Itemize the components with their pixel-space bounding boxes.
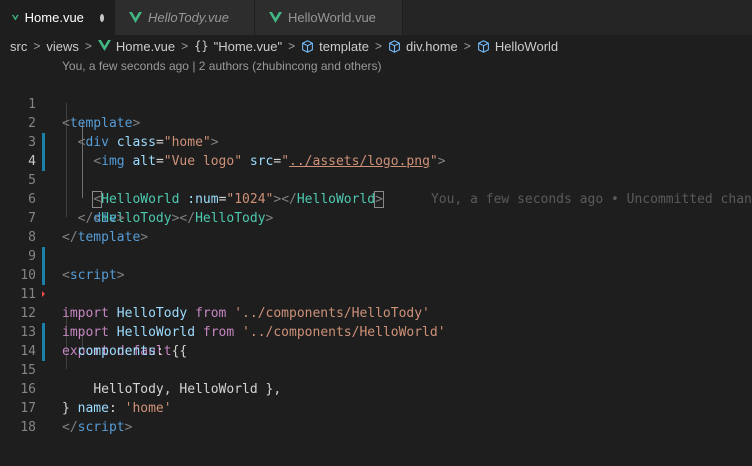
- modified-line-indicator[interactable]: [42, 266, 45, 285]
- code-line: 17 </script>: [0, 380, 752, 435]
- breadcrumb-label: Home.vue: [115, 38, 176, 54]
- chevron-right-icon: >: [33, 39, 41, 53]
- code-line: 1 <template>: [0, 76, 752, 131]
- code-line: 15 name: 'home': [0, 342, 752, 416]
- tab-helloworld-vue[interactable]: HelloWorld.vue: [255, 0, 403, 35]
- vue-file-icon: [97, 40, 111, 51]
- breadcrumb-item-module[interactable]: {} "Home.vue": [194, 39, 282, 54]
- modified-line-indicator[interactable]: [42, 247, 45, 266]
- braces-icon: {}: [194, 39, 209, 53]
- tab-home-vue[interactable]: Home.vue: [0, 0, 115, 35]
- code-line: 18: [0, 399, 752, 435]
- cube-icon: [302, 39, 314, 53]
- breadcrumb-label: HelloWorld: [494, 38, 559, 54]
- modified-line-indicator[interactable]: [42, 342, 45, 361]
- chevron-right-icon: >: [181, 39, 189, 53]
- code-line: 6 </div>: [0, 171, 752, 226]
- chevron-right-icon: >: [84, 39, 92, 53]
- code-line: 14 HelloTody, HelloWorld },: [0, 323, 752, 397]
- breadcrumb-item-file[interactable]: Home.vue: [97, 38, 176, 54]
- tab-bar-empty-space: [403, 0, 752, 35]
- modified-line-indicator[interactable]: [42, 323, 45, 342]
- vue-file-icon: [129, 11, 142, 23]
- breadcrumb-item-template[interactable]: template: [301, 39, 369, 54]
- code-line: 16 }: [0, 361, 752, 416]
- editor-tab-bar: Home.vue HelloTody.vue HelloWorld.vue: [0, 0, 752, 35]
- breadcrumb-item-div-home[interactable]: div.home: [388, 39, 458, 54]
- code-line: 12 export default {: [0, 285, 752, 359]
- vue-file-icon: [12, 14, 19, 21]
- code-line: 10 import HelloTody from '../components/…: [0, 247, 752, 321]
- code-line: 11 import HelloWorld from '../components…: [0, 266, 752, 340]
- code-line: 3 <img alt="Vue logo" src="../assets/log…: [0, 114, 752, 169]
- line-number: 18: [20, 420, 36, 435]
- git-blame-codelens[interactable]: You, a few seconds ago | 2 authors (zhub…: [62, 59, 382, 73]
- breadcrumb-label: "Home.vue": [213, 38, 283, 54]
- unsaved-dot-icon[interactable]: [99, 13, 104, 22]
- breadcrumb-item-helloworld[interactable]: HelloWorld: [477, 39, 558, 54]
- tab-hellotody-vue[interactable]: HelloTody.vue: [115, 0, 255, 35]
- tab-label: HelloWorld.vue: [288, 10, 376, 25]
- breadcrumb-label: div.home: [406, 38, 458, 54]
- code-line-current: 4 <HelloWorld :num="1024"></HelloWorld> Y…: [0, 133, 752, 208]
- chevron-right-icon: >: [374, 39, 382, 53]
- code-line: 5 <HelloTody></HelloTody>: [0, 152, 752, 226]
- modified-line-indicator[interactable]: [42, 152, 45, 171]
- code-line: 2 <div class="home">: [0, 95, 752, 150]
- code-line: 13 components: {: [0, 304, 752, 359]
- cube-icon: [389, 39, 400, 53]
- deleted-line-indicator[interactable]: [42, 291, 45, 297]
- code-line: 9 <script>: [0, 228, 752, 283]
- tab-label: Home.vue: [24, 10, 84, 25]
- breadcrumb-label: views: [46, 38, 79, 54]
- code-line: 7 </template>: [0, 190, 752, 245]
- breadcrumb: src > views > Home.vue > {} "Home.vue" >…: [0, 35, 752, 57]
- cube-icon: [477, 39, 489, 53]
- code-line: 8: [0, 209, 752, 245]
- chevron-right-icon: >: [463, 39, 471, 53]
- vue-file-icon: [269, 11, 282, 23]
- breadcrumb-label: src: [10, 38, 28, 54]
- code-editor[interactable]: You, a few seconds ago | 2 authors (zhub…: [0, 57, 752, 466]
- breadcrumb-label: template: [319, 38, 369, 54]
- tab-label: HelloTody.vue: [148, 10, 229, 25]
- chevron-right-icon: >: [288, 39, 296, 53]
- modified-line-indicator[interactable]: [42, 133, 45, 152]
- breadcrumb-item-src[interactable]: src: [10, 39, 27, 54]
- breadcrumb-item-views[interactable]: views: [46, 39, 79, 54]
